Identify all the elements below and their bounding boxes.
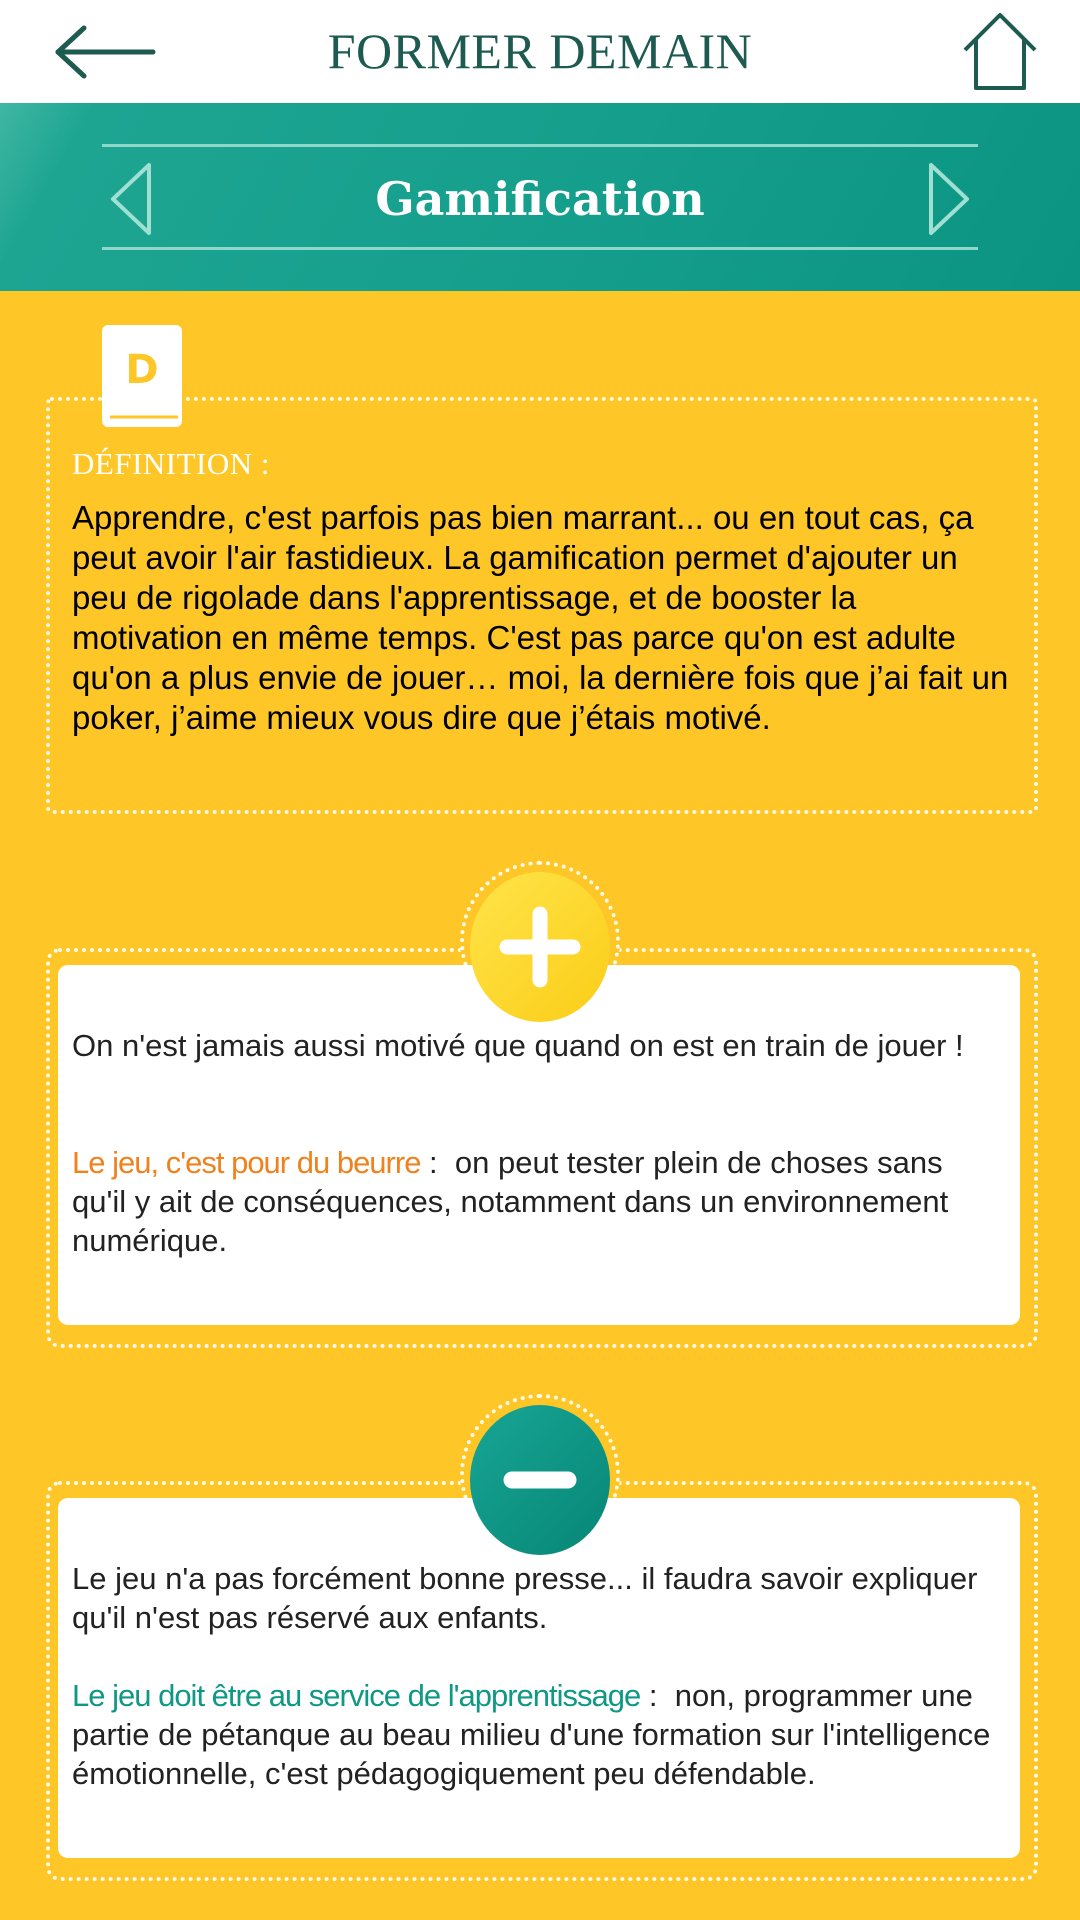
- cons-keyword: Le jeu doit être au service de l'apprent…: [72, 1678, 641, 1713]
- home-icon[interactable]: [960, 10, 1040, 92]
- pros-keyword: Le jeu, c'est pour du beurre: [72, 1145, 421, 1180]
- app-header: FORMER DEMAIN: [0, 0, 1080, 103]
- plus-icon: [470, 872, 610, 1022]
- section-header: Gamification: [0, 103, 1080, 291]
- content-area: D DÉFINITION : Apprendre, c'est parfois …: [0, 291, 1080, 1920]
- dictionary-book-icon: D: [100, 323, 184, 429]
- minus-icon: [470, 1405, 610, 1555]
- cons-separator: :: [640, 1678, 675, 1713]
- pros-separator: :: [420, 1145, 455, 1180]
- pros-point: Le jeu, c'est pour du beurre : on peut t…: [72, 1143, 1002, 1260]
- chevron-left-icon[interactable]: [105, 161, 155, 237]
- definition-text: Apprendre, c'est parfois pas bien marran…: [72, 499, 1009, 736]
- cons-point: Le jeu doit être au service de l'apprent…: [72, 1676, 1002, 1793]
- section-title: Gamification: [375, 172, 705, 226]
- divider-bottom: [102, 247, 978, 250]
- divider-top: [102, 144, 978, 147]
- arrow-left-icon[interactable]: [50, 22, 160, 82]
- app-title: FORMER DEMAIN: [327, 23, 753, 79]
- cons-intro: Le jeu n'a pas forcément bonne presse...…: [72, 1561, 978, 1635]
- pros-intro: On n'est jamais aussi motivé que quand o…: [72, 1028, 964, 1063]
- svg-text:D: D: [125, 347, 158, 393]
- definition-label: DÉFINITION :: [72, 446, 270, 481]
- chevron-right-icon[interactable]: [925, 161, 975, 237]
